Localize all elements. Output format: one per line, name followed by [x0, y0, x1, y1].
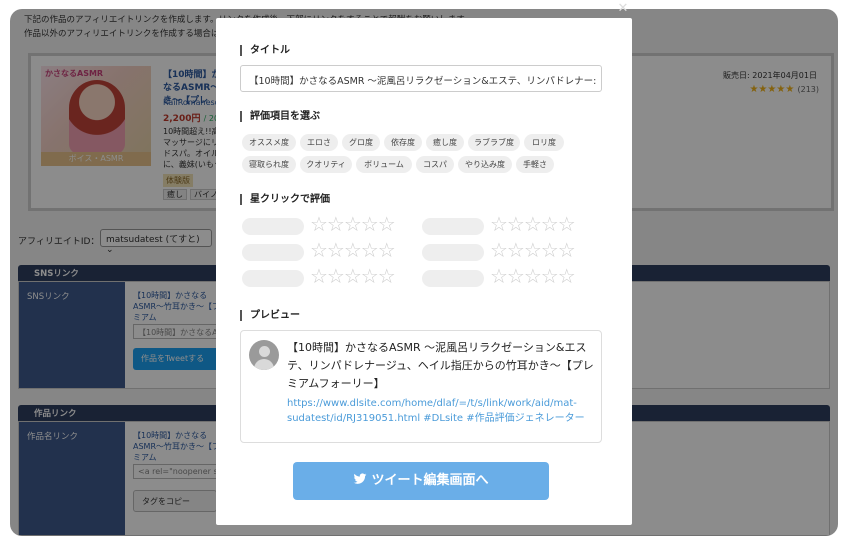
preview-label: プレビュー	[240, 310, 300, 321]
star-icons[interactable]: ☆☆☆☆☆	[490, 213, 576, 235]
chip-volume[interactable]: ボリューム	[356, 156, 412, 173]
star-icons[interactable]: ☆☆☆☆☆	[490, 265, 576, 287]
chip-guro[interactable]: グロ度	[342, 134, 380, 151]
chip-iyashi[interactable]: 癒し度	[426, 134, 464, 151]
rating-item-placeholder	[242, 270, 304, 287]
rating-item-placeholder	[422, 270, 484, 287]
chip-izon[interactable]: 依存度	[384, 134, 422, 151]
chip-loli[interactable]: ロリ度	[524, 134, 564, 151]
chip-yarikomi[interactable]: やり込み度	[458, 156, 512, 173]
star-rating-row: ☆☆☆☆☆	[422, 213, 602, 236]
tweet-edit-button[interactable]: ツイート編集画面へ	[293, 462, 549, 500]
preview-link[interactable]: https://www.dlsite.com/home/dlaf/=/t/s/l…	[287, 396, 597, 426]
avatar	[249, 340, 279, 370]
preview-text: 【10時間】かさなるASMR 〜泥風呂リラクゼーション&エステ、リンパドレナージ…	[287, 341, 594, 390]
star-rating-row: ☆☆☆☆☆	[422, 265, 602, 288]
star-rating-row: ☆☆☆☆☆	[242, 239, 422, 262]
twitter-bird-icon	[354, 473, 367, 484]
eval-items-label: 評価項目を選ぶ	[240, 111, 320, 122]
avatar-head	[259, 346, 270, 357]
star-rating-row: ☆☆☆☆☆	[422, 239, 602, 262]
rating-item-placeholder	[422, 244, 484, 261]
star-rating-row: ☆☆☆☆☆	[242, 213, 422, 236]
chip-loveLove[interactable]: ラブラブ度	[468, 134, 520, 151]
avatar-body	[254, 359, 274, 370]
rating-item-placeholder	[242, 244, 304, 261]
close-icon[interactable]: ✕	[616, 2, 630, 16]
tweet-edit-label: ツイート編集画面へ	[371, 473, 489, 488]
star-rating-row: ☆☆☆☆☆	[242, 265, 422, 288]
chip-erosa[interactable]: エロさ	[300, 134, 338, 151]
star-icons[interactable]: ☆☆☆☆☆	[310, 239, 396, 261]
evaluation-modal: タイトル 【10時間】かさなるASMR 〜泥風呂リラクゼーション&エステ、リンパ…	[216, 18, 632, 525]
title-label: タイトル	[240, 45, 290, 56]
tweet-preview: 【10時間】かさなるASMR 〜泥風呂リラクゼーション&エステ、リンパドレナージ…	[240, 330, 602, 443]
star-icons[interactable]: ☆☆☆☆☆	[310, 265, 396, 287]
chip-cospa[interactable]: コスパ	[416, 156, 454, 173]
star-rating-label: 星クリックで評価	[240, 194, 330, 205]
star-icons[interactable]: ☆☆☆☆☆	[310, 213, 396, 235]
chip-tegaru[interactable]: 手軽さ	[516, 156, 554, 173]
title-input[interactable]: 【10時間】かさなるASMR 〜泥風呂リラクゼーション&エステ、リンパドレナー:	[240, 65, 602, 92]
chip-quality[interactable]: クオリティ	[300, 156, 352, 173]
star-icons[interactable]: ☆☆☆☆☆	[490, 239, 576, 261]
chip-osusume[interactable]: オススメ度	[242, 134, 296, 151]
rating-item-placeholder	[242, 218, 304, 235]
rating-item-placeholder	[422, 218, 484, 235]
chip-netorare[interactable]: 寝取られ度	[242, 156, 296, 173]
